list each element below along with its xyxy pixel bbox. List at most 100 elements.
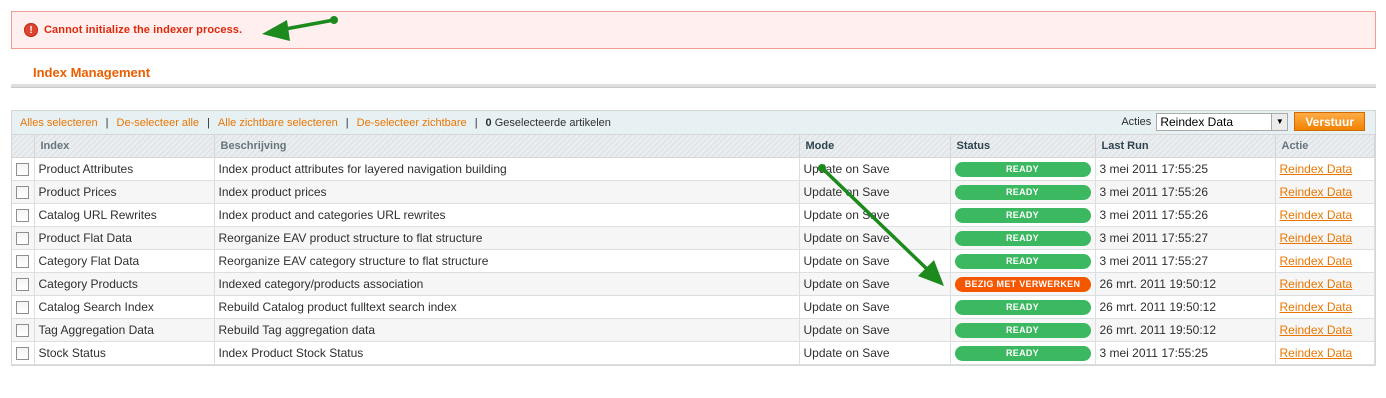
cell-mode: Update on Save	[799, 226, 951, 250]
cell-index: Stock Status	[34, 341, 215, 365]
status-badge: BEZIG MET VERWERKEN	[954, 276, 1091, 292]
cell-index: Catalog Search Index	[34, 295, 215, 319]
row-checkbox[interactable]	[16, 162, 30, 176]
cell-mode: Update on Save	[799, 318, 951, 342]
table-row[interactable]: Category Flat Data Reorganize EAV categor…	[12, 249, 1375, 273]
cell-action: Reindex Data	[1275, 341, 1375, 365]
reindex-link[interactable]: Reindex Data	[1280, 162, 1353, 176]
cell-description: Index Product Stock Status	[214, 341, 800, 365]
row-checkbox[interactable]	[16, 323, 30, 337]
reindex-link[interactable]: Reindex Data	[1280, 185, 1353, 199]
cell-description: Index product prices	[214, 180, 800, 204]
reindex-link[interactable]: Reindex Data	[1280, 300, 1353, 314]
actions-group: Acties Reindex Data ▼ Verstuur	[1121, 112, 1365, 131]
cell-last-run: 3 mei 2011 17:55:26	[1095, 180, 1276, 204]
cell-index: Product Attributes	[34, 157, 215, 181]
reindex-link[interactable]: Reindex Data	[1280, 208, 1353, 222]
cell-action: Reindex Data	[1275, 249, 1375, 273]
status-badge: READY	[954, 230, 1091, 246]
actions-label: Acties	[1121, 115, 1152, 128]
cell-action: Reindex Data	[1275, 203, 1375, 227]
separator: |	[345, 116, 349, 129]
row-checkbox-cell	[12, 226, 35, 250]
massaction-bar: Alles selecteren | De-selecteer alle | A…	[12, 111, 1375, 135]
row-checkbox[interactable]	[16, 208, 30, 222]
cell-status: READY	[950, 203, 1096, 227]
cell-last-run: 3 mei 2011 17:55:25	[1095, 157, 1276, 181]
row-checkbox[interactable]	[16, 346, 30, 360]
status-badge: READY	[954, 299, 1091, 315]
table-row[interactable]: Product Flat Data Reorganize EAV product …	[12, 226, 1375, 250]
cell-mode: Update on Save	[799, 295, 951, 319]
cell-last-run: 26 mrt. 2011 19:50:12	[1095, 272, 1276, 296]
cell-description: Indexed category/products association	[214, 272, 800, 296]
cell-status: READY	[950, 295, 1096, 319]
status-badge: READY	[954, 253, 1091, 269]
row-checkbox-cell	[12, 180, 35, 204]
index-grid: Alles selecteren | De-selecteer alle | A…	[11, 110, 1376, 366]
cell-status: READY	[950, 180, 1096, 204]
table-row[interactable]: Tag Aggregation Data Rebuild Tag aggregat…	[12, 318, 1375, 342]
cell-index: Product Prices	[34, 180, 215, 204]
cell-index: Category Flat Data	[34, 249, 215, 273]
table-row[interactable]: Stock Status Index Product Stock Status Up…	[12, 341, 1375, 365]
table-row[interactable]: Catalog URL Rewrites Index product and ca…	[12, 203, 1375, 227]
header-description[interactable]: Beschrijving	[214, 135, 800, 158]
submit-button[interactable]: Verstuur	[1294, 112, 1365, 131]
row-checkbox-cell	[12, 272, 35, 296]
table-row[interactable]: Catalog Search Index Rebuild Catalog prod…	[12, 295, 1375, 319]
row-checkbox-cell	[12, 249, 35, 273]
table-row[interactable]: Category Products Indexed category/produc…	[12, 272, 1375, 296]
cell-index: Product Flat Data	[34, 226, 215, 250]
table-row[interactable]: Product Prices Index product prices Update…	[12, 180, 1375, 204]
header-checkbox	[12, 135, 35, 158]
separator: |	[105, 116, 109, 129]
cell-action: Reindex Data	[1275, 180, 1375, 204]
actions-select[interactable]: Reindex Data ▼	[1156, 112, 1289, 131]
cell-mode: Update on Save	[799, 272, 951, 296]
select-all-link[interactable]: Alles selecteren	[20, 117, 98, 129]
cell-mode: Update on Save	[799, 157, 951, 181]
row-checkbox[interactable]	[16, 277, 30, 291]
status-badge: READY	[954, 161, 1091, 177]
cell-last-run: 3 mei 2011 17:55:25	[1095, 341, 1276, 365]
reindex-link[interactable]: Reindex Data	[1280, 231, 1353, 245]
cell-last-run: 3 mei 2011 17:55:27	[1095, 226, 1276, 250]
status-badge: READY	[954, 207, 1091, 223]
cell-description: Index product and categories URL rewrite…	[214, 203, 800, 227]
index-table: Index Beschrijving Mode Status Last Run …	[12, 135, 1375, 365]
header-mode[interactable]: Mode	[799, 135, 951, 158]
reindex-link[interactable]: Reindex Data	[1280, 323, 1353, 337]
row-checkbox-cell	[12, 203, 35, 227]
header-index[interactable]: Index	[34, 135, 215, 158]
row-checkbox-cell	[12, 295, 35, 319]
row-checkbox[interactable]	[16, 254, 30, 268]
exclamation-icon: !	[24, 23, 38, 37]
row-checkbox[interactable]	[16, 185, 30, 199]
cell-description: Rebuild Catalog product fulltext search …	[214, 295, 800, 319]
dropdown-arrow-icon[interactable]: ▼	[1271, 113, 1288, 130]
header-action: Actie	[1275, 135, 1375, 158]
actions-select-value: Reindex Data	[1160, 114, 1234, 129]
selected-count-text: 0 Geselecteerde artikelen	[486, 117, 611, 129]
header-status[interactable]: Status	[950, 135, 1096, 158]
unselect-visible-link[interactable]: De-selecteer zichtbare	[357, 117, 467, 129]
unselect-all-link[interactable]: De-selecteer alle	[117, 117, 200, 129]
cell-mode: Update on Save	[799, 341, 951, 365]
reindex-link[interactable]: Reindex Data	[1280, 346, 1353, 360]
cell-action: Reindex Data	[1275, 157, 1375, 181]
header-last-run[interactable]: Last Run	[1095, 135, 1276, 158]
cell-status: BEZIG MET VERWERKEN	[950, 272, 1096, 296]
separator: |	[207, 116, 210, 129]
reindex-link[interactable]: Reindex Data	[1280, 254, 1353, 268]
cell-last-run: 3 mei 2011 17:55:26	[1095, 203, 1276, 227]
cell-last-run: 26 mrt. 2011 19:50:12	[1095, 318, 1276, 342]
table-row[interactable]: Product Attributes Index product attribut…	[12, 157, 1375, 181]
reindex-link[interactable]: Reindex Data	[1280, 277, 1353, 291]
cell-last-run: 26 mrt. 2011 19:50:12	[1095, 295, 1276, 319]
row-checkbox[interactable]	[16, 300, 30, 314]
cell-mode: Update on Save	[799, 180, 951, 204]
select-visible-link[interactable]: Alle zichtbare selecteren	[218, 117, 338, 129]
row-checkbox[interactable]	[16, 231, 30, 245]
cell-status: READY	[950, 318, 1096, 342]
